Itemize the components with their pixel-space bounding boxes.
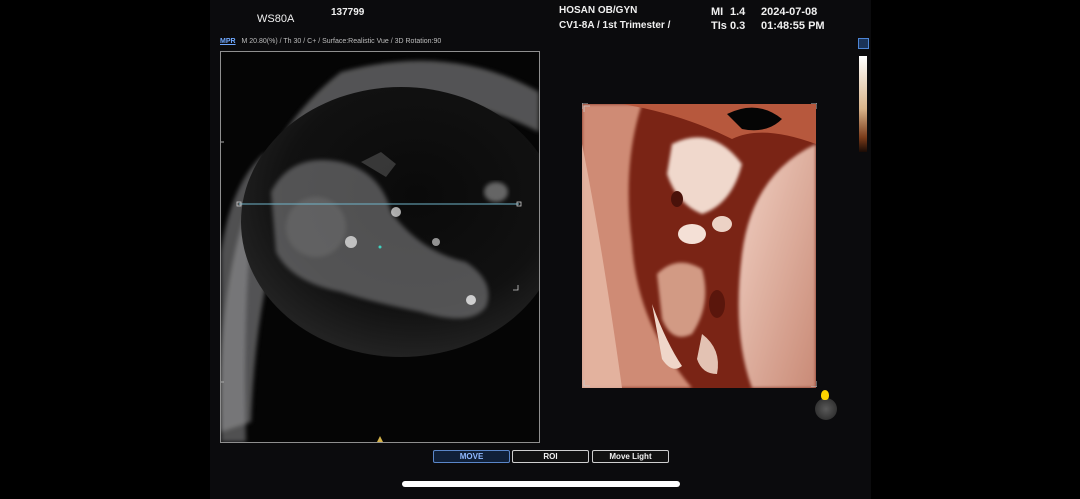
tis-value: 0.3 xyxy=(730,20,746,32)
mi-value: 1.4 xyxy=(730,6,746,18)
ultrasound-screen: WS80A 137799 HOSAN OB/GYN CV1-8A / 1st T… xyxy=(210,0,871,499)
move-button[interactable]: MOVE xyxy=(433,450,510,463)
mi-label: MI xyxy=(711,6,724,18)
probe-preset: CV1-8A / 1st Trimester / xyxy=(559,20,671,31)
move-light-button[interactable]: Move Light xyxy=(592,450,669,463)
mpr-ultrasound-image xyxy=(221,52,539,442)
acquisition-info: MPR M 20.80(%) / Th 30 / C+ / Surface:Re… xyxy=(220,38,441,45)
light-source-icon[interactable] xyxy=(821,390,829,400)
exam-time: 01:48:55 PM xyxy=(761,20,825,32)
hospital-name: HOSAN OB/GYN xyxy=(559,5,638,16)
system-model: WS80A xyxy=(257,13,295,25)
mpr-image-pane[interactable] xyxy=(220,51,540,443)
home-indicator[interactable] xyxy=(402,481,680,487)
tis-label: TIs xyxy=(711,20,727,32)
light-direction-knob[interactable] xyxy=(815,398,837,420)
roi-button[interactable]: ROI xyxy=(512,450,589,463)
acquisition-params: M 20.80(%) / Th 30 / C+ / Surface:Realis… xyxy=(241,38,442,45)
color-map-bar xyxy=(859,56,867,152)
mpr-mode-link[interactable]: MPR xyxy=(220,38,236,45)
patient-id: 137799 xyxy=(331,7,365,18)
view-layout-icon[interactable] xyxy=(858,38,869,49)
exam-date: 2024-07-08 xyxy=(761,6,818,18)
volume-roi-frame xyxy=(582,103,817,387)
